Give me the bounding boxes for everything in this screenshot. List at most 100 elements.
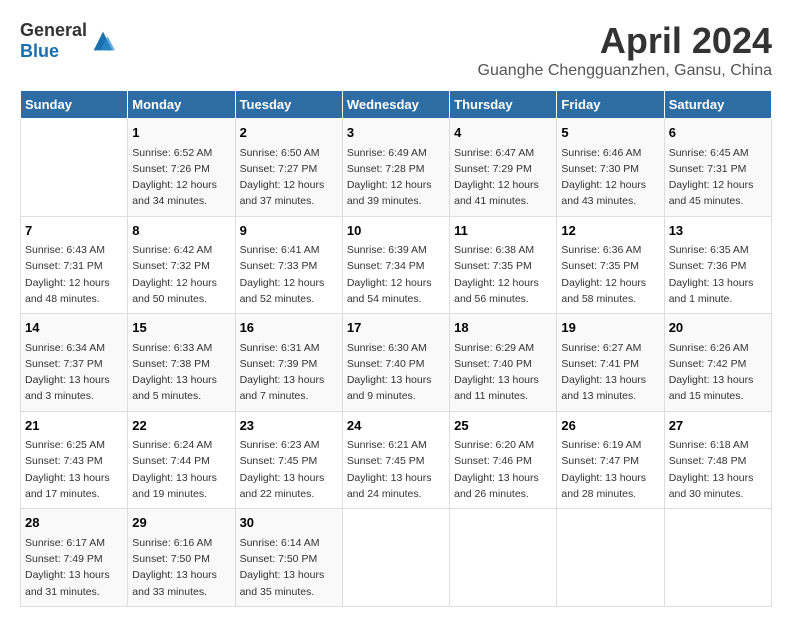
calendar-cell: 18Sunrise: 6:29 AMSunset: 7:40 PMDayligh…	[450, 314, 557, 412]
day-number: 6	[669, 123, 767, 143]
day-info: Sunrise: 6:31 AMSunset: 7:39 PMDaylight:…	[240, 340, 338, 405]
header-day-thursday: Thursday	[450, 91, 557, 119]
header-day-saturday: Saturday	[664, 91, 771, 119]
header-day-monday: Monday	[128, 91, 235, 119]
day-info: Sunrise: 6:50 AMSunset: 7:27 PMDaylight:…	[240, 145, 338, 210]
calendar-cell: 15Sunrise: 6:33 AMSunset: 7:38 PMDayligh…	[128, 314, 235, 412]
logo-blue: Blue	[20, 41, 59, 61]
logo: General Blue	[20, 20, 117, 62]
day-number: 3	[347, 123, 445, 143]
calendar-cell: 23Sunrise: 6:23 AMSunset: 7:45 PMDayligh…	[235, 411, 342, 509]
days-header-row: SundayMondayTuesdayWednesdayThursdayFrid…	[21, 91, 772, 119]
calendar-cell: 26Sunrise: 6:19 AMSunset: 7:47 PMDayligh…	[557, 411, 664, 509]
week-row-4: 21Sunrise: 6:25 AMSunset: 7:43 PMDayligh…	[21, 411, 772, 509]
day-info: Sunrise: 6:29 AMSunset: 7:40 PMDaylight:…	[454, 340, 552, 405]
week-row-5: 28Sunrise: 6:17 AMSunset: 7:49 PMDayligh…	[21, 509, 772, 607]
day-number: 21	[25, 416, 123, 436]
calendar-cell: 14Sunrise: 6:34 AMSunset: 7:37 PMDayligh…	[21, 314, 128, 412]
day-info: Sunrise: 6:30 AMSunset: 7:40 PMDaylight:…	[347, 340, 445, 405]
day-number: 15	[132, 318, 230, 338]
header: General Blue April 2024 Guanghe Chenggua…	[20, 20, 772, 80]
day-info: Sunrise: 6:20 AMSunset: 7:46 PMDaylight:…	[454, 437, 552, 502]
calendar-cell: 3Sunrise: 6:49 AMSunset: 7:28 PMDaylight…	[342, 119, 449, 217]
day-info: Sunrise: 6:49 AMSunset: 7:28 PMDaylight:…	[347, 145, 445, 210]
calendar-cell	[450, 509, 557, 607]
calendar-cell: 10Sunrise: 6:39 AMSunset: 7:34 PMDayligh…	[342, 216, 449, 314]
day-number: 18	[454, 318, 552, 338]
calendar-table: SundayMondayTuesdayWednesdayThursdayFrid…	[20, 90, 772, 607]
calendar-cell: 27Sunrise: 6:18 AMSunset: 7:48 PMDayligh…	[664, 411, 771, 509]
day-number: 1	[132, 123, 230, 143]
day-number: 29	[132, 513, 230, 533]
day-number: 7	[25, 221, 123, 241]
day-info: Sunrise: 6:23 AMSunset: 7:45 PMDaylight:…	[240, 437, 338, 502]
calendar-cell: 24Sunrise: 6:21 AMSunset: 7:45 PMDayligh…	[342, 411, 449, 509]
day-info: Sunrise: 6:26 AMSunset: 7:42 PMDaylight:…	[669, 340, 767, 405]
location-title: Guanghe Chengguanzhen, Gansu, China	[478, 62, 772, 80]
day-info: Sunrise: 6:16 AMSunset: 7:50 PMDaylight:…	[132, 535, 230, 600]
calendar-cell: 25Sunrise: 6:20 AMSunset: 7:46 PMDayligh…	[450, 411, 557, 509]
day-number: 30	[240, 513, 338, 533]
day-info: Sunrise: 6:19 AMSunset: 7:47 PMDaylight:…	[561, 437, 659, 502]
day-number: 11	[454, 221, 552, 241]
day-number: 14	[25, 318, 123, 338]
day-number: 27	[669, 416, 767, 436]
day-number: 9	[240, 221, 338, 241]
day-number: 12	[561, 221, 659, 241]
day-info: Sunrise: 6:41 AMSunset: 7:33 PMDaylight:…	[240, 242, 338, 307]
day-number: 8	[132, 221, 230, 241]
day-info: Sunrise: 6:47 AMSunset: 7:29 PMDaylight:…	[454, 145, 552, 210]
day-number: 22	[132, 416, 230, 436]
day-number: 17	[347, 318, 445, 338]
day-info: Sunrise: 6:33 AMSunset: 7:38 PMDaylight:…	[132, 340, 230, 405]
header-day-friday: Friday	[557, 91, 664, 119]
day-info: Sunrise: 6:52 AMSunset: 7:26 PMDaylight:…	[132, 145, 230, 210]
day-info: Sunrise: 6:25 AMSunset: 7:43 PMDaylight:…	[25, 437, 123, 502]
logo-icon	[89, 27, 117, 55]
calendar-cell: 22Sunrise: 6:24 AMSunset: 7:44 PMDayligh…	[128, 411, 235, 509]
day-info: Sunrise: 6:36 AMSunset: 7:35 PMDaylight:…	[561, 242, 659, 307]
calendar-cell: 17Sunrise: 6:30 AMSunset: 7:40 PMDayligh…	[342, 314, 449, 412]
day-number: 25	[454, 416, 552, 436]
day-number: 5	[561, 123, 659, 143]
day-info: Sunrise: 6:43 AMSunset: 7:31 PMDaylight:…	[25, 242, 123, 307]
calendar-cell: 9Sunrise: 6:41 AMSunset: 7:33 PMDaylight…	[235, 216, 342, 314]
calendar-cell: 30Sunrise: 6:14 AMSunset: 7:50 PMDayligh…	[235, 509, 342, 607]
calendar-cell: 19Sunrise: 6:27 AMSunset: 7:41 PMDayligh…	[557, 314, 664, 412]
day-number: 19	[561, 318, 659, 338]
calendar-cell	[342, 509, 449, 607]
day-number: 24	[347, 416, 445, 436]
day-info: Sunrise: 6:35 AMSunset: 7:36 PMDaylight:…	[669, 242, 767, 307]
calendar-cell: 12Sunrise: 6:36 AMSunset: 7:35 PMDayligh…	[557, 216, 664, 314]
calendar-cell: 29Sunrise: 6:16 AMSunset: 7:50 PMDayligh…	[128, 509, 235, 607]
day-info: Sunrise: 6:39 AMSunset: 7:34 PMDaylight:…	[347, 242, 445, 307]
header-day-sunday: Sunday	[21, 91, 128, 119]
calendar-cell: 7Sunrise: 6:43 AMSunset: 7:31 PMDaylight…	[21, 216, 128, 314]
day-info: Sunrise: 6:14 AMSunset: 7:50 PMDaylight:…	[240, 535, 338, 600]
calendar-cell: 28Sunrise: 6:17 AMSunset: 7:49 PMDayligh…	[21, 509, 128, 607]
logo-general: General	[20, 20, 87, 40]
day-info: Sunrise: 6:34 AMSunset: 7:37 PMDaylight:…	[25, 340, 123, 405]
calendar-cell: 13Sunrise: 6:35 AMSunset: 7:36 PMDayligh…	[664, 216, 771, 314]
header-day-wednesday: Wednesday	[342, 91, 449, 119]
day-number: 26	[561, 416, 659, 436]
day-info: Sunrise: 6:46 AMSunset: 7:30 PMDaylight:…	[561, 145, 659, 210]
calendar-cell	[557, 509, 664, 607]
calendar-cell: 20Sunrise: 6:26 AMSunset: 7:42 PMDayligh…	[664, 314, 771, 412]
header-day-tuesday: Tuesday	[235, 91, 342, 119]
title-section: April 2024 Guanghe Chengguanzhen, Gansu,…	[478, 20, 772, 80]
day-number: 20	[669, 318, 767, 338]
calendar-cell	[664, 509, 771, 607]
day-info: Sunrise: 6:24 AMSunset: 7:44 PMDaylight:…	[132, 437, 230, 502]
day-info: Sunrise: 6:42 AMSunset: 7:32 PMDaylight:…	[132, 242, 230, 307]
day-number: 16	[240, 318, 338, 338]
day-number: 28	[25, 513, 123, 533]
day-number: 2	[240, 123, 338, 143]
day-number: 4	[454, 123, 552, 143]
day-info: Sunrise: 6:45 AMSunset: 7:31 PMDaylight:…	[669, 145, 767, 210]
calendar-cell: 11Sunrise: 6:38 AMSunset: 7:35 PMDayligh…	[450, 216, 557, 314]
day-info: Sunrise: 6:21 AMSunset: 7:45 PMDaylight:…	[347, 437, 445, 502]
week-row-3: 14Sunrise: 6:34 AMSunset: 7:37 PMDayligh…	[21, 314, 772, 412]
day-info: Sunrise: 6:38 AMSunset: 7:35 PMDaylight:…	[454, 242, 552, 307]
week-row-1: 1Sunrise: 6:52 AMSunset: 7:26 PMDaylight…	[21, 119, 772, 217]
